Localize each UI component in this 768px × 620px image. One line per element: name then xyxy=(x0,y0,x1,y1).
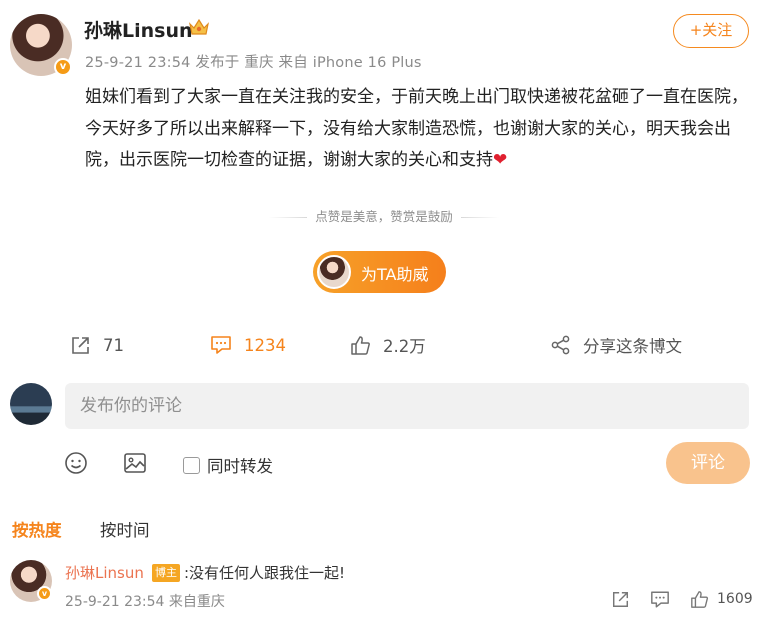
repost-button[interactable]: 71 xyxy=(70,333,124,357)
comment-meta: 25-9-21 23:54 来自重庆 xyxy=(65,594,225,610)
verified-badge-icon: v xyxy=(37,586,52,601)
emoji-icon[interactable] xyxy=(64,451,88,475)
repost-icon xyxy=(72,336,89,354)
post-meta: 25-9-21 23:54 发布于 重庆 来自 iPhone 16 Plus xyxy=(85,55,422,71)
share-button[interactable]: 分享这条博文 xyxy=(551,333,682,357)
comment-author-name[interactable]: 孙琳Linsun xyxy=(65,562,144,583)
heart-emoji: ❤ xyxy=(493,150,508,170)
tab-sort-hot[interactable]: 按热度 xyxy=(12,517,62,541)
share-label: 分享这条博文 xyxy=(583,337,682,356)
cheer-button[interactable]: 为TA助威 xyxy=(313,251,446,293)
divider xyxy=(269,217,308,218)
checkbox-box[interactable] xyxy=(183,456,200,474)
comment-repost-icon[interactable] xyxy=(611,590,630,609)
author-badge: 博主 xyxy=(152,564,180,582)
share-icon xyxy=(551,335,570,355)
cheer-avatar xyxy=(317,255,351,289)
crown-icon xyxy=(189,18,209,35)
comment-like-icon[interactable] xyxy=(690,590,709,609)
repost-checkbox[interactable]: 同时转发 xyxy=(183,453,273,477)
cheer-button-label: 为TA助威 xyxy=(361,265,429,284)
comment-count: 1234 xyxy=(244,335,286,355)
divider xyxy=(460,217,499,218)
follow-button[interactable]: +关注 xyxy=(673,14,749,48)
comment-input[interactable] xyxy=(65,383,749,429)
my-avatar[interactable] xyxy=(10,383,52,425)
author-name[interactable]: 孙琳Linsun xyxy=(84,16,193,43)
post-text: 姐妹们看到了大家一直在关注我的安全，于前天晚上出门取快递被花盆砸了一直在医院，今… xyxy=(85,82,755,177)
like-count: 2.2万 xyxy=(383,337,426,356)
submit-comment-button[interactable]: 评论 xyxy=(666,442,750,484)
verified-badge-icon: v xyxy=(54,58,72,76)
reward-tip: 点赞是美意，赞赏是鼓励 xyxy=(0,206,768,225)
comment-reply-icon[interactable] xyxy=(650,590,670,609)
like-button[interactable]: 2.2万 xyxy=(350,333,426,357)
repost-checkbox-label: 同时转发 xyxy=(207,457,273,476)
comment-like-count: 1609 xyxy=(717,591,753,607)
repost-count: 71 xyxy=(103,335,124,355)
image-icon[interactable] xyxy=(123,451,147,475)
comment-button[interactable]: 1234 xyxy=(210,333,286,357)
reward-tip-text: 点赞是美意，赞赏是鼓励 xyxy=(315,209,453,224)
comment-icon xyxy=(211,336,231,354)
post-body: 姐妹们看到了大家一直在关注我的安全，于前天晚上出门取快递被花盆砸了一直在医院，今… xyxy=(85,87,748,170)
tab-sort-time[interactable]: 按时间 xyxy=(100,517,150,541)
thumbs-up-icon xyxy=(351,335,370,355)
comment-text: :没有任何人跟我住一起! xyxy=(184,564,346,582)
